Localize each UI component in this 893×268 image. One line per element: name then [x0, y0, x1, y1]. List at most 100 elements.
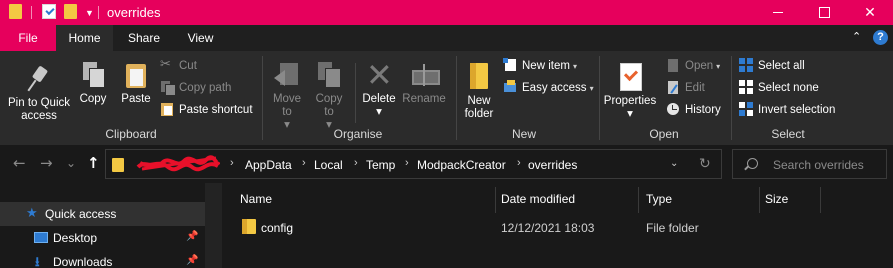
cut-button[interactable]: Cut	[160, 56, 197, 75]
properties-quick-icon[interactable]	[42, 4, 56, 19]
edit-button[interactable]: Edit	[666, 80, 705, 97]
paste-shortcut-button[interactable]: Paste shortcut	[160, 102, 253, 119]
tab-file[interactable]: File	[0, 25, 56, 51]
breadcrumb-modpackcreator[interactable]: ModpackCreator	[417, 158, 506, 172]
new-item-dropdown-icon: ▾	[572, 62, 577, 71]
address-dropdown-icon[interactable]: ⌄	[670, 158, 678, 169]
column-divider[interactable]	[820, 187, 821, 213]
history-icon	[666, 102, 680, 116]
ribbon-tabs: File Home Share View ⌃ ?	[0, 25, 893, 51]
nav-item-label: Downloads	[53, 255, 113, 268]
address-row: ← → ⌄ ↑ › AppData › Local › Temp › Modpa…	[0, 145, 893, 183]
copy-to-label: Copy to	[315, 93, 343, 118]
collapse-ribbon-icon[interactable]: ⌃	[852, 30, 861, 43]
invert-selection-label: Invert selection	[758, 104, 836, 116]
file-date-modified: 12/12/2021 18:03	[501, 221, 595, 235]
search-input[interactable]	[773, 157, 883, 173]
tab-home[interactable]: Home	[56, 25, 113, 51]
nav-item-downloads[interactable]: ⭳ Downloads 📌	[0, 250, 205, 268]
invert-selection-icon	[739, 102, 753, 116]
history-button[interactable]: History	[666, 102, 721, 119]
paste-icon	[124, 61, 148, 89]
select-none-icon	[739, 80, 753, 94]
up-button[interactable]: ↑	[87, 154, 100, 172]
paste-label: Paste	[121, 93, 151, 105]
refresh-icon[interactable]: ↻	[699, 156, 711, 172]
delete-dropdown-icon: ▾	[376, 106, 382, 118]
maximize-button[interactable]	[801, 0, 847, 25]
select-all-button[interactable]: Select all	[739, 58, 805, 75]
group-divider	[599, 56, 600, 140]
new-item-label: New item	[522, 60, 570, 72]
move-to-label: Move to	[272, 93, 302, 118]
column-header-type[interactable]: Type	[641, 183, 759, 216]
breadcrumb-local[interactable]: Local	[314, 158, 343, 172]
pin-to-quick-access-label: Pin to Quick access	[8, 97, 70, 122]
properties-button[interactable]: Properties ▾	[603, 61, 657, 121]
invert-selection-button[interactable]: Invert selection	[739, 102, 835, 119]
title-bar: ▼ overrides ✕	[0, 0, 893, 25]
nav-item-label: Desktop	[53, 231, 98, 245]
breadcrumb-appdata[interactable]: AppData	[245, 158, 292, 172]
copy-path-button[interactable]: Copy path	[160, 80, 231, 97]
paste-button[interactable]: Paste	[118, 61, 154, 106]
pin-icon: 📌	[186, 231, 199, 242]
recent-locations-button[interactable]: ⌄	[66, 154, 76, 172]
select-none-label: Select none	[758, 82, 819, 94]
open-icon	[666, 58, 680, 72]
forward-button[interactable]: →	[40, 154, 53, 172]
column-header-name[interactable]: Name	[235, 183, 495, 216]
new-item-button[interactable]: New item ▾	[503, 58, 577, 75]
quick-access-separator	[31, 6, 32, 19]
easy-access-icon	[503, 80, 517, 94]
navigation-pane-scrollbar[interactable]	[205, 183, 222, 268]
move-to-button[interactable]: Move to ▾	[270, 61, 304, 132]
star-icon: ★	[26, 206, 38, 221]
open-button[interactable]: Open ▾	[666, 58, 720, 75]
column-header-size[interactable]: Size	[760, 183, 820, 216]
breadcrumb-chevron-icon[interactable]: ›	[230, 157, 234, 169]
minimize-button[interactable]	[755, 0, 801, 25]
column-header-date-modified[interactable]: Date modified	[496, 183, 638, 216]
search-box[interactable]	[732, 149, 887, 179]
back-button[interactable]: ←	[13, 154, 26, 172]
delete-x-icon: ✕	[366, 56, 393, 94]
help-icon[interactable]: ?	[873, 30, 888, 45]
group-divider	[456, 56, 457, 140]
column-divider[interactable]	[638, 187, 639, 213]
select-group-label: Select	[771, 127, 805, 141]
easy-access-label: Easy access	[522, 82, 587, 94]
copy-to-button[interactable]: Copy to ▾	[312, 61, 346, 132]
nav-item-quick-access[interactable]: ★ Quick access	[0, 202, 205, 226]
copy-label: Copy	[79, 93, 107, 105]
address-bar[interactable]: › AppData › Local › Temp › ModpackCreato…	[105, 149, 722, 179]
close-button[interactable]: ✕	[847, 0, 893, 25]
nav-item-desktop[interactable]: Desktop 📌	[0, 226, 205, 250]
breadcrumb-chevron-icon[interactable]: ›	[302, 157, 306, 169]
pin-to-quick-access-button[interactable]: Pin to Quick access	[4, 65, 74, 123]
customize-quick-access-icon[interactable]: ▼	[85, 8, 94, 18]
tab-share[interactable]: Share	[113, 25, 175, 51]
move-to-dropdown-icon: ▾	[284, 119, 290, 131]
download-icon: ⭳	[35, 255, 40, 268]
delete-button[interactable]: ✕ Delete ▾	[361, 56, 397, 119]
breadcrumb-chevron-icon[interactable]: ›	[405, 157, 409, 169]
new-folder-quick-icon[interactable]	[64, 4, 77, 19]
breadcrumb-chevron-icon[interactable]: ›	[517, 157, 521, 169]
rename-button[interactable]: Rename	[402, 61, 446, 106]
window-title: overrides	[107, 5, 161, 20]
table-row[interactable]: config 12/12/2021 18:03 File folder	[222, 216, 893, 240]
group-divider	[731, 56, 732, 140]
new-folder-button[interactable]: New folder	[460, 61, 498, 121]
breadcrumb-chevron-icon[interactable]: ›	[354, 157, 358, 169]
paste-shortcut-icon	[160, 102, 174, 116]
copy-button[interactable]: Copy	[76, 61, 110, 106]
tab-view[interactable]: View	[175, 25, 226, 51]
rename-icon	[409, 61, 440, 89]
easy-access-dropdown-icon: ▾	[589, 84, 594, 93]
easy-access-button[interactable]: Easy access ▾	[503, 80, 594, 97]
move-to-icon	[274, 61, 300, 89]
select-none-button[interactable]: Select none	[739, 80, 819, 97]
breadcrumb-temp[interactable]: Temp	[366, 158, 395, 172]
breadcrumb-overrides[interactable]: overrides	[528, 158, 577, 172]
